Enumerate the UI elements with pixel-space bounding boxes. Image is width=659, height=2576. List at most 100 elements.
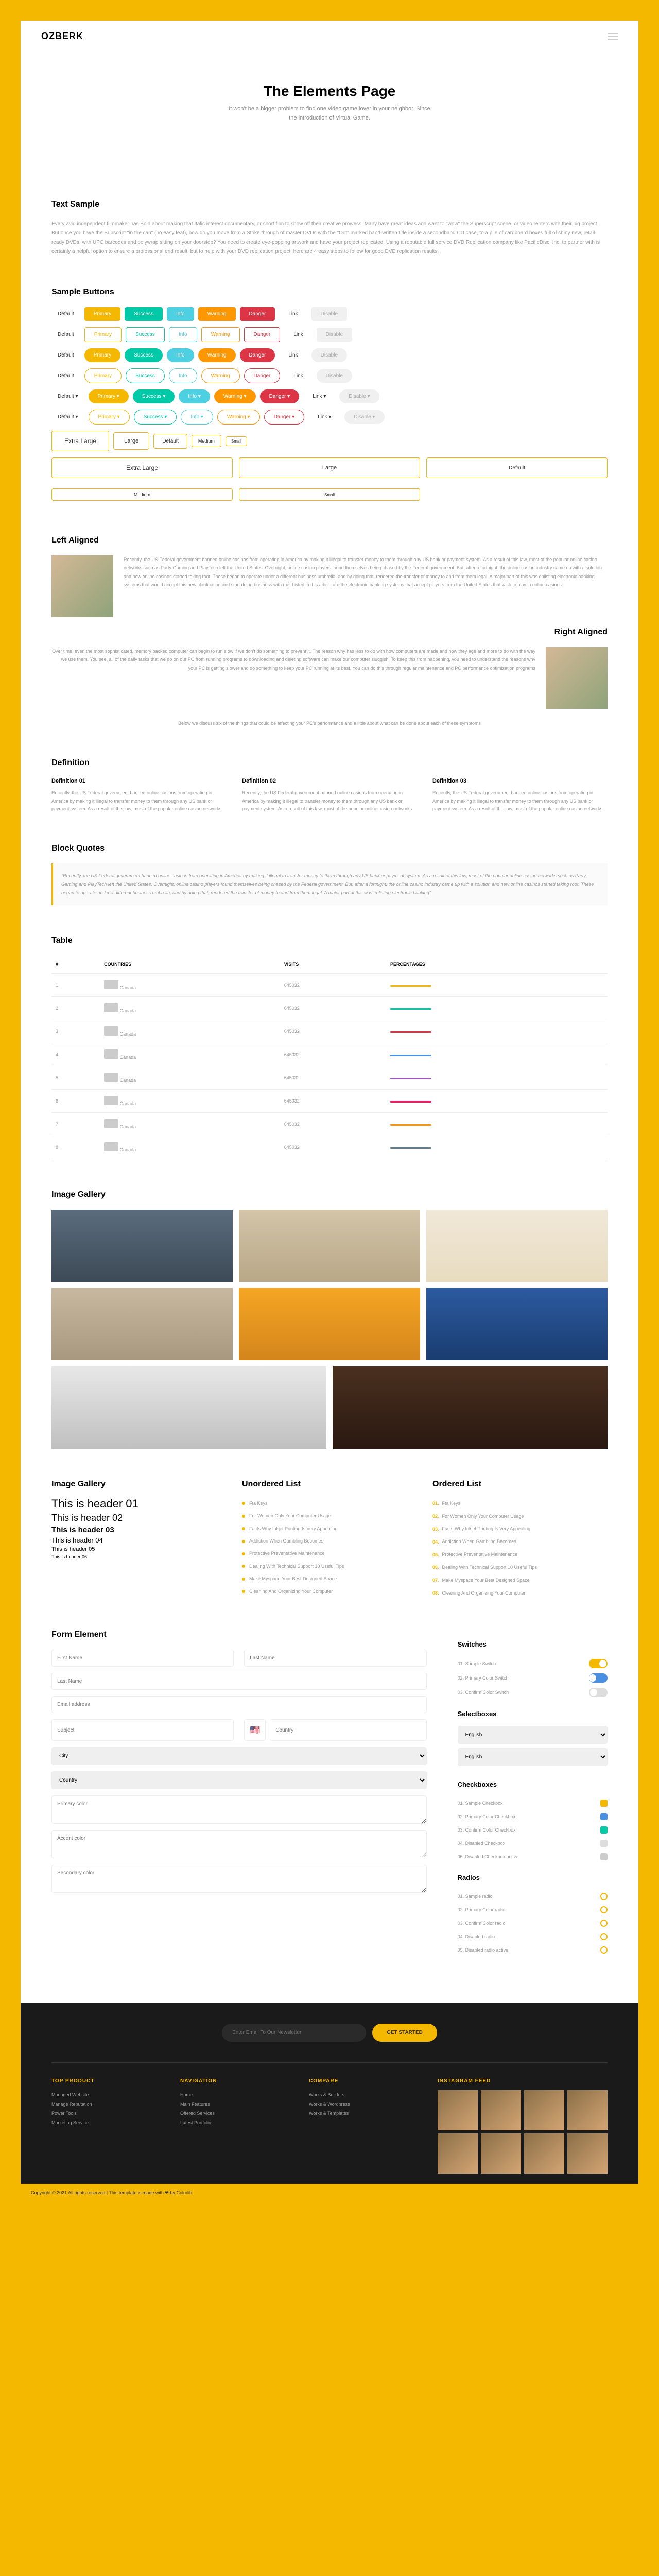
checkbox[interactable] <box>600 1800 608 1807</box>
btn-info[interactable]: Info <box>181 410 213 425</box>
btn-success[interactable]: Success <box>126 368 165 383</box>
instagram-thumb[interactable] <box>567 2090 608 2130</box>
btn-primary[interactable]: Primary <box>84 327 122 342</box>
footer-link[interactable]: Offered Services <box>180 2109 293 2118</box>
primary-color-textarea[interactable] <box>51 1795 427 1824</box>
instagram-thumb[interactable] <box>481 2090 521 2130</box>
country-input[interactable] <box>270 1719 426 1741</box>
footer-link[interactable]: Marketing Service <box>51 2118 165 2127</box>
footer-link[interactable]: Manage Reputation <box>51 2099 165 2109</box>
newsletter-input[interactable] <box>222 2024 366 2042</box>
instagram-thumb[interactable] <box>567 2133 608 2174</box>
checkbox[interactable] <box>600 1826 608 1834</box>
selectbox-1[interactable]: English <box>458 1726 608 1744</box>
btn-success[interactable]: Success <box>134 410 177 425</box>
gallery-image[interactable] <box>51 1210 233 1282</box>
gallery-image[interactable] <box>426 1210 608 1282</box>
btn-warning[interactable]: Warning <box>201 327 240 342</box>
btn-default[interactable]: Default <box>51 369 80 383</box>
secondary-color-textarea[interactable] <box>51 1865 427 1893</box>
btn-default[interactable]: Default <box>51 348 80 362</box>
btn-default[interactable]: Default <box>51 389 84 403</box>
btn-link[interactable]: Link <box>308 410 340 424</box>
btn-block-2[interactable]: Large <box>239 457 420 478</box>
switch-toggle[interactable] <box>589 1659 608 1668</box>
email-input[interactable] <box>51 1696 427 1713</box>
btn-block-4[interactable]: Medium <box>51 488 233 501</box>
radio[interactable] <box>600 1920 608 1927</box>
radio[interactable] <box>600 1893 608 1900</box>
btn-block-1[interactable]: Extra Large <box>51 457 233 478</box>
city-select[interactable]: City <box>51 1747 427 1765</box>
gallery-image[interactable] <box>426 1288 608 1360</box>
btn-primary[interactable]: Primary <box>89 410 130 425</box>
first-name-input[interactable] <box>51 1650 234 1667</box>
checkbox[interactable] <box>600 1840 608 1847</box>
instagram-thumb[interactable] <box>438 2133 478 2174</box>
btn-danger[interactable]: Danger <box>240 307 275 321</box>
btn-danger[interactable]: Danger <box>260 389 300 403</box>
instagram-thumb[interactable] <box>438 2090 478 2130</box>
radio[interactable] <box>600 1946 608 1954</box>
btn-block-3[interactable]: Default <box>426 457 608 478</box>
btn-primary[interactable]: Primary <box>84 307 120 321</box>
selectbox-2[interactable]: English <box>458 1748 608 1766</box>
subject-input[interactable] <box>51 1719 234 1741</box>
btn-info[interactable]: Info <box>169 327 197 342</box>
btn-danger[interactable]: Danger <box>264 410 305 425</box>
btn-default[interactable]: Default <box>51 328 80 342</box>
footer-link[interactable]: Home <box>180 2090 293 2099</box>
btn-danger[interactable]: Danger <box>240 348 275 362</box>
btn-default[interactable]: Default <box>51 410 84 424</box>
footer-link[interactable]: Latest Portfolio <box>180 2118 293 2127</box>
instagram-thumb[interactable] <box>524 2133 564 2174</box>
btn-primary[interactable]: Primary <box>89 389 129 403</box>
radio[interactable] <box>600 1906 608 1913</box>
instagram-thumb[interactable] <box>481 2133 521 2174</box>
footer-link[interactable]: Works & Wordpress <box>309 2099 422 2109</box>
gallery-image[interactable] <box>239 1210 420 1282</box>
gallery-image[interactable] <box>51 1288 233 1360</box>
btn-warning[interactable]: Warning <box>198 307 236 321</box>
switch-toggle[interactable] <box>589 1673 608 1683</box>
btn-link[interactable]: Link <box>279 348 307 362</box>
btn-success[interactable]: Success <box>126 327 165 342</box>
checkbox[interactable] <box>600 1813 608 1820</box>
checkbox[interactable] <box>600 1853 608 1860</box>
last-name-input-2[interactable] <box>51 1673 427 1690</box>
btn-info[interactable]: Info <box>167 348 194 362</box>
radio[interactable] <box>600 1933 608 1940</box>
btn-xl[interactable]: Extra Large <box>51 431 109 451</box>
btn-danger[interactable]: Danger <box>244 327 281 342</box>
btn-warning[interactable]: Warning <box>214 389 256 403</box>
footer-link[interactable]: Managed Website <box>51 2090 165 2099</box>
menu-icon[interactable] <box>608 33 618 40</box>
btn-primary[interactable]: Primary <box>84 348 120 362</box>
footer-link[interactable]: Power Tools <box>51 2109 165 2118</box>
btn-default[interactable]: Default <box>51 307 80 321</box>
btn-link[interactable]: Link <box>284 369 312 383</box>
btn-success[interactable]: Success <box>125 307 163 321</box>
btn-link[interactable]: Link <box>279 307 307 321</box>
newsletter-button[interactable]: GET STARTED <box>372 2024 437 2042</box>
btn-link[interactable]: Link <box>284 328 312 342</box>
btn-info[interactable]: Info <box>169 368 197 383</box>
footer-link[interactable]: Works & Templates <box>309 2109 422 2118</box>
btn-info[interactable]: Info <box>167 307 194 321</box>
btn-warning[interactable]: Warning <box>201 368 240 383</box>
logo[interactable]: OZBERK <box>41 31 83 42</box>
btn-md[interactable]: Default <box>153 434 187 449</box>
btn-danger[interactable]: Danger <box>244 368 281 383</box>
last-name-input[interactable] <box>244 1650 426 1667</box>
footer-link[interactable]: Main Features <box>180 2099 293 2109</box>
btn-xs[interactable]: Small <box>226 436 247 446</box>
btn-sm[interactable]: Medium <box>192 435 221 447</box>
footer-link[interactable]: Works & Builders <box>309 2090 422 2099</box>
country-select[interactable]: Country <box>51 1771 427 1789</box>
btn-block-5[interactable]: Small <box>239 488 420 501</box>
gallery-image[interactable] <box>239 1288 420 1360</box>
btn-success[interactable]: Success <box>125 348 163 362</box>
gallery-image[interactable] <box>333 1366 608 1449</box>
btn-lg[interactable]: Large <box>113 432 149 450</box>
btn-link[interactable]: Link <box>303 389 335 403</box>
